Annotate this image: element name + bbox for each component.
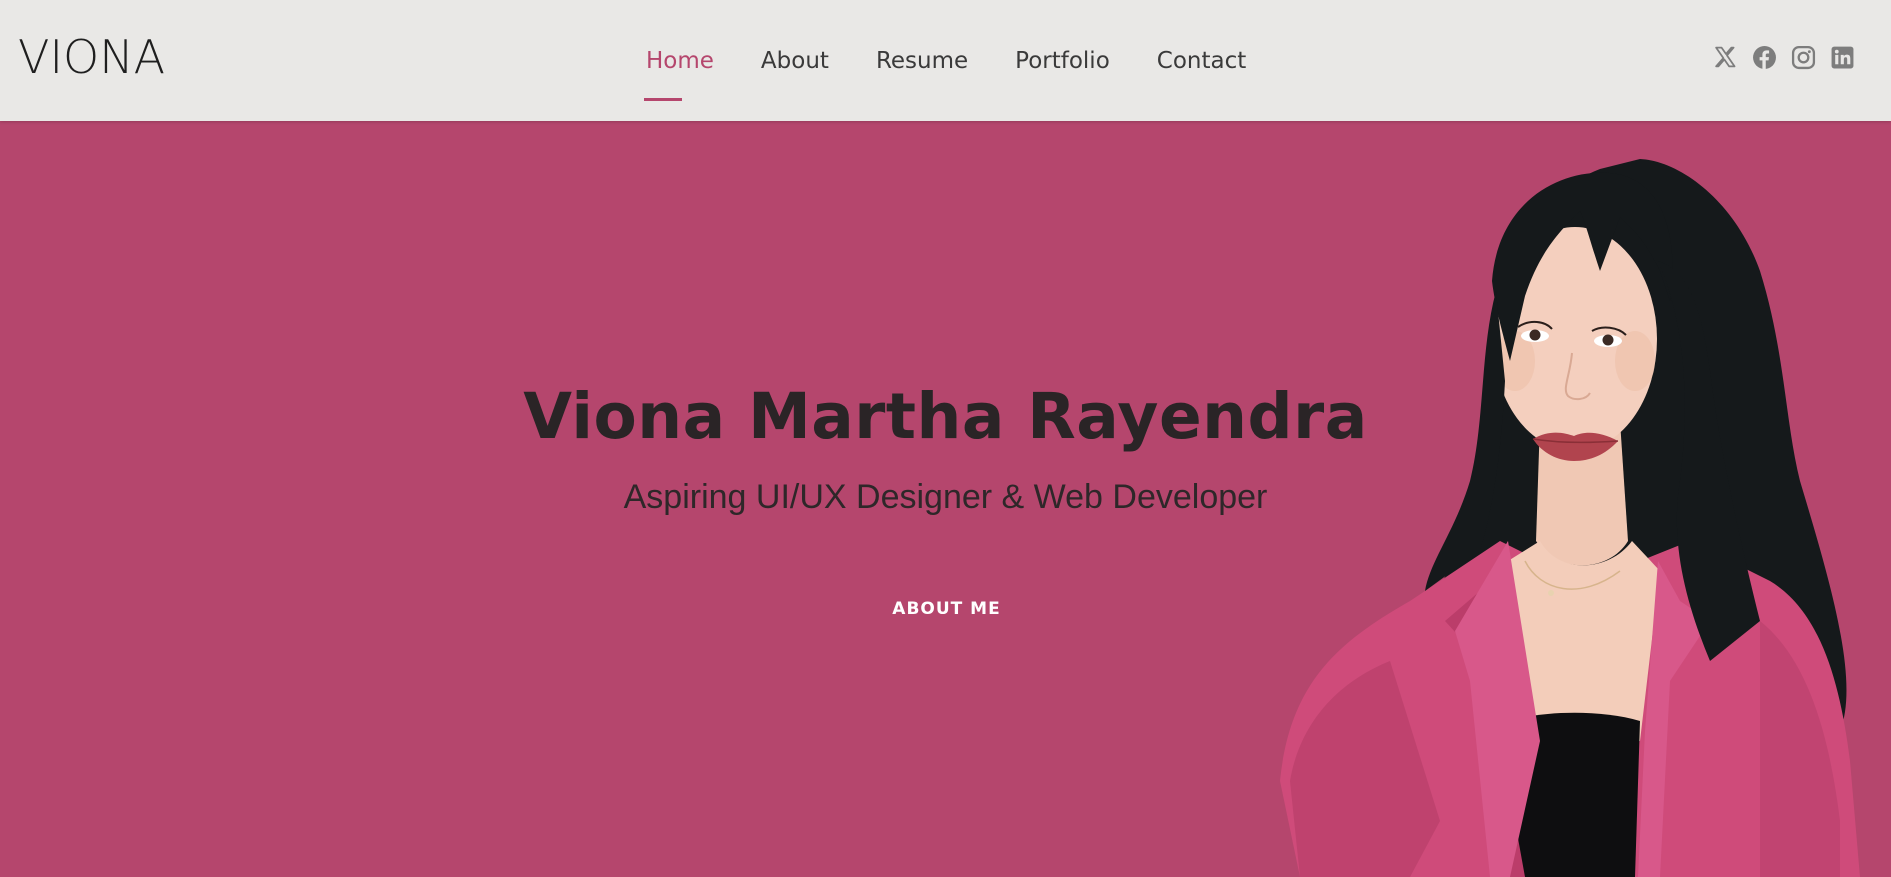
main-nav: Home About Resume Portfolio Contact bbox=[644, 0, 1246, 121]
nav-item-label: About bbox=[760, 47, 829, 74]
nav-item-label: Resume bbox=[875, 47, 969, 74]
hero-button-container: ABOUT ME bbox=[0, 587, 1891, 631]
nav-item-home[interactable]: Home bbox=[644, 46, 714, 101]
hero-name-container: Viona Martha Rayendra bbox=[0, 377, 1891, 457]
nav-item-label: Portfolio bbox=[1015, 47, 1110, 74]
nav-item-label: Home bbox=[646, 47, 714, 74]
nav-item-portfolio[interactable]: Portfolio bbox=[1015, 46, 1110, 76]
hero-subtitle: Aspiring UI/UX Designer & Web Developer bbox=[623, 478, 1268, 516]
x-twitter-icon[interactable] bbox=[1713, 45, 1738, 70]
about-me-button[interactable]: ABOUT ME bbox=[872, 587, 1020, 631]
site-header: VIONA Home About Resume Portfolio Contac… bbox=[0, 0, 1891, 121]
facebook-icon[interactable] bbox=[1752, 45, 1777, 70]
social-links bbox=[1713, 45, 1855, 70]
nav-item-contact[interactable]: Contact bbox=[1157, 46, 1246, 76]
active-nav-indicator bbox=[644, 97, 682, 101]
hero-subtitle-container: Aspiring UI/UX Designer & Web Developer bbox=[0, 476, 1891, 518]
hero-name: Viona Martha Rayendra bbox=[523, 380, 1368, 453]
site-logo[interactable]: VIONA bbox=[18, 32, 165, 82]
nav-item-label: Contact bbox=[1156, 47, 1247, 74]
hero-section: Viona Martha Rayendra Aspiring UI/UX Des… bbox=[0, 121, 1891, 877]
nav-item-resume[interactable]: Resume bbox=[876, 46, 968, 76]
nav-item-about[interactable]: About bbox=[761, 46, 829, 76]
linkedin-icon[interactable] bbox=[1830, 45, 1855, 70]
instagram-icon[interactable] bbox=[1791, 45, 1816, 70]
